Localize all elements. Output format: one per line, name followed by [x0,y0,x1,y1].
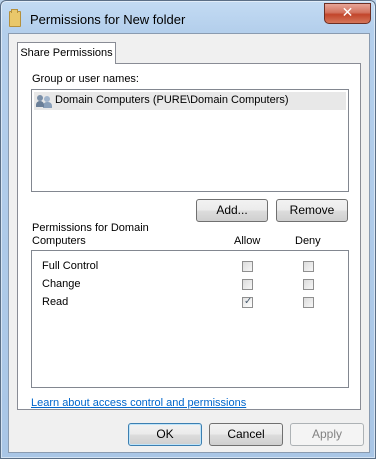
read-allow-checkbox[interactable]: ✓ [242,296,253,308]
permissions-list[interactable]: Full Control Change Read ✓ [31,250,349,388]
permissions-label-line1: Permissions for Domain [32,222,149,234]
cancel-button[interactable]: Cancel [209,423,283,446]
allow-header: Allow [234,235,261,247]
permissions-dialog: Permissions for New folder ✕ Share Permi… [0,0,376,459]
users-icon [36,94,53,108]
permission-name: Read [42,296,69,308]
change-deny-checkbox[interactable] [303,279,314,290]
permission-name: Change [42,278,81,290]
apply-button[interactable]: Apply [290,423,364,446]
full-control-allow-checkbox[interactable] [242,261,253,272]
group-names-label: Group or user names: [32,73,139,85]
close-button[interactable]: ✕ [324,3,371,24]
window-title: Permissions for New folder [30,12,186,27]
ok-button[interactable]: OK [128,423,202,446]
permission-row-full-control: Full Control [42,259,342,277]
remove-button[interactable]: Remove [276,199,348,222]
permission-row-read: Read ✓ [42,295,342,313]
dialog-client-area: Share Permissions Group or user names: D… [8,33,370,453]
permission-row-change: Change [42,277,342,295]
change-allow-checkbox[interactable] [242,279,253,290]
read-deny-checkbox[interactable] [303,297,314,308]
group-name: Domain Computers (PURE\Domain Computers) [55,94,289,106]
deny-header: Deny [295,235,321,247]
list-item[interactable]: Domain Computers (PURE\Domain Computers) [34,92,346,110]
group-names-list[interactable]: Domain Computers (PURE\Domain Computers) [31,89,349,192]
checkmark-icon: ✓ [244,296,253,307]
tab-share-permissions[interactable]: Share Permissions [17,42,116,64]
tab-panel: Group or user names: Domain Computers (P… [17,63,361,410]
folder-icon [9,9,21,27]
help-link[interactable]: Learn about access control and permissio… [31,397,246,409]
permissions-label-line2: Computers [32,235,86,247]
add-button[interactable]: Add... [196,199,268,222]
full-control-deny-checkbox[interactable] [303,261,314,272]
permission-name: Full Control [42,260,99,272]
